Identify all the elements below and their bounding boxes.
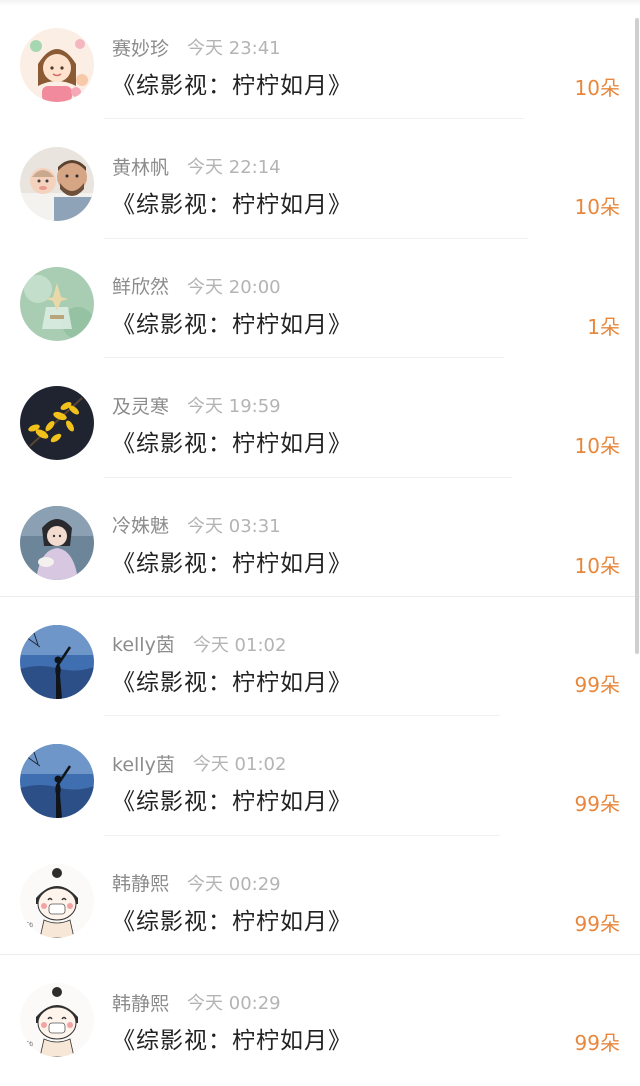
sender-name[interactable]: 鲜欣然 [112, 272, 169, 299]
flower-amount: 99朵 [574, 911, 620, 936]
book-title[interactable]: 《综影视：柠柠如月》 [112, 1021, 352, 1055]
sender-name[interactable]: kelly茵 [112, 630, 175, 657]
list-item[interactable]: kelly茵 今天 01:02 《综影视：柠柠如月》 99朵 [0, 597, 640, 717]
sender-name[interactable]: 韩静熙 [112, 989, 169, 1016]
flower-amount: 10朵 [574, 434, 620, 459]
record-time: 今天 00:29 [187, 873, 281, 895]
record-time: 今天 03:31 [187, 515, 281, 537]
avatar-costume-woman-icon [20, 505, 94, 580]
record-meta: 赛妙珍 今天 23:41 [112, 34, 281, 60]
flower-amount: 10朵 [574, 76, 620, 100]
record-time: 今天 01:02 [192, 634, 287, 656]
record-meta: 韩静熙 今天 00:29 [112, 870, 281, 896]
list-item[interactable]: 钟 韩静熙 今天 00:29 《综影视：柠柠如月》 99朵 [0, 836, 640, 956]
avatar[interactable]: 钟 [20, 863, 94, 938]
record-time: 今天 01:02 [192, 754, 287, 776]
avatar[interactable] [20, 505, 94, 580]
avatar[interactable] [20, 744, 94, 819]
avatar[interactable]: 钟 [20, 983, 94, 1058]
scrollbar[interactable] [635, 18, 639, 654]
avatar-cartoon-mask-girl-icon: 钟 [20, 983, 94, 1058]
record-time: 今天 19:59 [187, 396, 281, 418]
svg-text:钟: 钟 [26, 921, 33, 930]
book-title[interactable]: 《综影视：柠柠如月》 [112, 66, 352, 100]
avatar-green-perfume-icon [20, 266, 94, 341]
record-meta: kelly茵 今天 01:02 [112, 750, 286, 776]
avatar-silhouette-sky-icon [20, 744, 94, 819]
flower-amount: 1朵 [587, 314, 620, 339]
flower-amount: 10朵 [574, 195, 620, 220]
record-meta: 黄林帆 今天 22:14 [112, 153, 281, 179]
flower-amount: 10朵 [574, 553, 620, 578]
sender-name[interactable]: 冷姝魅 [112, 511, 169, 538]
sender-name[interactable]: 韩静熙 [112, 869, 169, 896]
gift-record-list: 赛妙珍 今天 23:41 《综影视：柠柠如月》 10朵 黄林帆 今天 22:14… [0, 0, 640, 1075]
avatar[interactable] [20, 266, 94, 341]
record-meta: 韩静熙 今天 00:29 [112, 989, 281, 1015]
flower-amount: 99朵 [574, 672, 620, 697]
list-item[interactable]: kelly茵 今天 01:02 《综影视：柠柠如月》 99朵 [0, 716, 640, 836]
book-title[interactable]: 《综影视：柠柠如月》 [112, 544, 352, 578]
avatar[interactable] [20, 147, 94, 222]
svg-text:钟: 钟 [26, 1040, 33, 1049]
record-time: 今天 22:14 [187, 157, 281, 179]
list-item[interactable]: 赛妙珍 今天 23:41 《综影视：柠柠如月》 10朵 [0, 0, 640, 120]
book-title[interactable]: 《综影视：柠柠如月》 [112, 424, 352, 458]
book-title[interactable]: 《综影视：柠柠如月》 [112, 305, 352, 339]
record-meta: 及灵寒 今天 19:59 [112, 392, 281, 418]
flower-amount: 99朵 [574, 1031, 620, 1056]
record-meta: 冷姝魅 今天 03:31 [112, 512, 281, 538]
sender-name[interactable]: 赛妙珍 [112, 34, 169, 61]
record-time: 今天 23:41 [187, 38, 281, 59]
avatar-cartoon-girl-icon [20, 28, 94, 102]
record-time: 今天 20:00 [187, 276, 281, 298]
record-meta: 鲜欣然 今天 20:00 [112, 273, 281, 299]
list-item[interactable]: 冷姝魅 今天 03:31 《综影视：柠柠如月》 10朵 [0, 478, 640, 597]
sender-name[interactable]: kelly茵 [112, 750, 175, 777]
sender-name[interactable]: 及灵寒 [112, 392, 169, 419]
list-item[interactable]: 鲜欣然 今天 20:00 《综影视：柠柠如月》 1朵 [0, 239, 640, 359]
avatar[interactable] [20, 624, 94, 699]
avatar[interactable] [20, 28, 94, 102]
avatar[interactable] [20, 386, 94, 461]
book-title[interactable]: 《综影视：柠柠如月》 [112, 185, 352, 219]
book-title[interactable]: 《综影视：柠柠如月》 [112, 902, 352, 936]
book-title[interactable]: 《综影视：柠柠如月》 [112, 663, 352, 697]
avatar-silhouette-sky-icon [20, 624, 94, 699]
record-time: 今天 00:29 [187, 993, 281, 1015]
avatar-cartoon-mask-girl-icon: 钟 [20, 863, 94, 938]
list-item[interactable]: 钟 韩静熙 今天 00:29 《综影视：柠柠如月》 99朵 [0, 955, 640, 1074]
sender-name[interactable]: 黄林帆 [112, 153, 169, 180]
avatar-yellow-flowers-icon [20, 386, 94, 461]
list-item[interactable]: 黄林帆 今天 22:14 《综影视：柠柠如月》 10朵 [0, 119, 640, 239]
avatar-father-baby-photo-icon [20, 147, 94, 222]
record-meta: kelly茵 今天 01:02 [112, 631, 286, 657]
flower-amount: 99朵 [574, 792, 620, 817]
list-item[interactable]: 及灵寒 今天 19:59 《综影视：柠柠如月》 10朵 [0, 358, 640, 478]
book-title[interactable]: 《综影视：柠柠如月》 [112, 782, 352, 816]
